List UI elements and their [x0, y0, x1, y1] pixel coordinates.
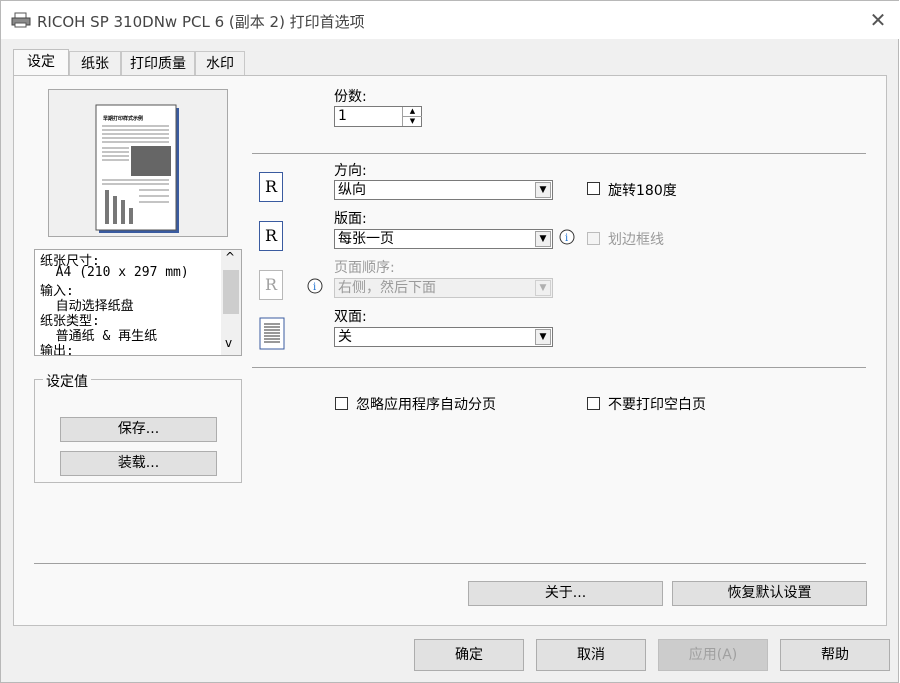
close-button[interactable]: ✕ — [863, 7, 893, 33]
ignore-page-breaks-checkbox[interactable] — [335, 397, 348, 410]
orientation-label: 方向: — [334, 163, 367, 179]
close-icon: ✕ — [869, 8, 887, 32]
rotate-180-checkbox[interactable] — [587, 182, 600, 195]
info-icon[interactable]: i — [558, 228, 578, 248]
page-order-value: 右侧，然后下面 — [338, 280, 436, 296]
orientation-value: 纵向 — [338, 182, 366, 198]
help-button[interactable]: 帮助 — [780, 639, 890, 671]
scroll-up-icon[interactable]: ^ — [225, 250, 235, 264]
draw-border-label: 划边框线 — [608, 232, 664, 248]
chevron-down-icon[interactable]: ▼ — [535, 280, 551, 296]
scrollbar[interactable]: ^ v — [221, 250, 241, 355]
page-preview: 早期打印样式示例 — [48, 89, 228, 237]
decrement-icon[interactable]: ▼ — [402, 116, 422, 126]
ignore-page-breaks-label: 忽略应用程序自动分页 — [356, 397, 496, 413]
settings-summary-list[interactable]: 纸张尺寸: A4 (210 x 297 mm) 输入: 自动选择纸盘 纸张类型:… — [34, 249, 242, 356]
chevron-down-icon[interactable]: ▼ — [535, 231, 551, 247]
svg-text:i: i — [565, 233, 568, 244]
chevron-down-icon[interactable]: ▼ — [535, 182, 551, 198]
cancel-button[interactable]: 取消 — [536, 639, 646, 671]
svg-text:i: i — [313, 282, 316, 293]
preview-heading: 早期打印样式示例 — [103, 115, 143, 122]
page-preview-icon: 早期打印样式示例 — [95, 104, 179, 233]
page-order-icon: R — [259, 270, 283, 300]
layout-label: 版面: — [334, 211, 367, 227]
copies-label: 份数: — [334, 89, 367, 105]
draw-border-checkbox[interactable] — [587, 232, 600, 245]
title-bar: RICOH SP 310DNw PCL 6 (副本 2) 打印首选项 ✕ — [1, 1, 900, 39]
page-order-label: 页面顺序: — [334, 260, 395, 276]
printer-icon — [11, 12, 31, 28]
skip-blank-pages-checkbox[interactable] — [587, 397, 600, 410]
restore-defaults-button[interactable]: 恢复默认设置 — [672, 581, 867, 606]
skip-blank-pages-label: 不要打印空白页 — [608, 397, 706, 413]
list-item: 输出: — [40, 344, 74, 356]
list-item: A4 (210 x 297 mm) — [40, 265, 189, 280]
tab-watermark[interactable]: 水印 — [195, 51, 245, 75]
divider — [252, 367, 866, 368]
orientation-portrait-icon: R — [259, 172, 283, 202]
load-button[interactable]: 装载... — [60, 451, 217, 476]
window-title: RICOH SP 310DNw PCL 6 (副本 2) 打印首选项 — [37, 13, 365, 31]
tab-settings[interactable]: 设定 — [13, 49, 69, 76]
tab-print-quality[interactable]: 打印质量 — [121, 51, 195, 75]
about-button[interactable]: 关于... — [468, 581, 663, 606]
duplex-select[interactable]: 关 ▼ — [334, 327, 553, 347]
layout-value: 每张一页 — [338, 231, 394, 247]
apply-button[interactable]: 应用(A) — [658, 639, 768, 671]
ok-button[interactable]: 确定 — [414, 639, 524, 671]
layout-icon: R — [259, 221, 283, 251]
print-preferences-window: RICOH SP 310DNw PCL 6 (副本 2) 打印首选项 ✕ 设定 … — [0, 0, 900, 683]
rotate-180-label: 旋转180度 — [608, 183, 677, 199]
tab-paper[interactable]: 纸张 — [69, 51, 121, 75]
chevron-down-icon[interactable]: ▼ — [535, 329, 551, 345]
page-order-select[interactable]: 右侧，然后下面 ▼ — [334, 278, 553, 298]
orientation-select[interactable]: 纵向 ▼ — [334, 180, 553, 200]
info-icon[interactable]: i — [306, 277, 326, 297]
save-button[interactable]: 保存... — [60, 417, 217, 442]
divider — [34, 563, 866, 564]
scrollbar-thumb[interactable] — [223, 270, 239, 314]
duplex-label: 双面: — [334, 309, 367, 325]
duplex-value: 关 — [338, 329, 352, 345]
copies-stepper[interactable]: 1 ▲ ▼ — [334, 106, 422, 127]
copies-value[interactable]: 1 — [338, 108, 347, 124]
layout-select[interactable]: 每张一页 ▼ — [334, 229, 553, 249]
scroll-down-icon[interactable]: v — [225, 336, 232, 350]
divider — [252, 153, 866, 154]
group-title: 设定值 — [43, 371, 91, 391]
duplex-document-icon — [259, 317, 285, 350]
